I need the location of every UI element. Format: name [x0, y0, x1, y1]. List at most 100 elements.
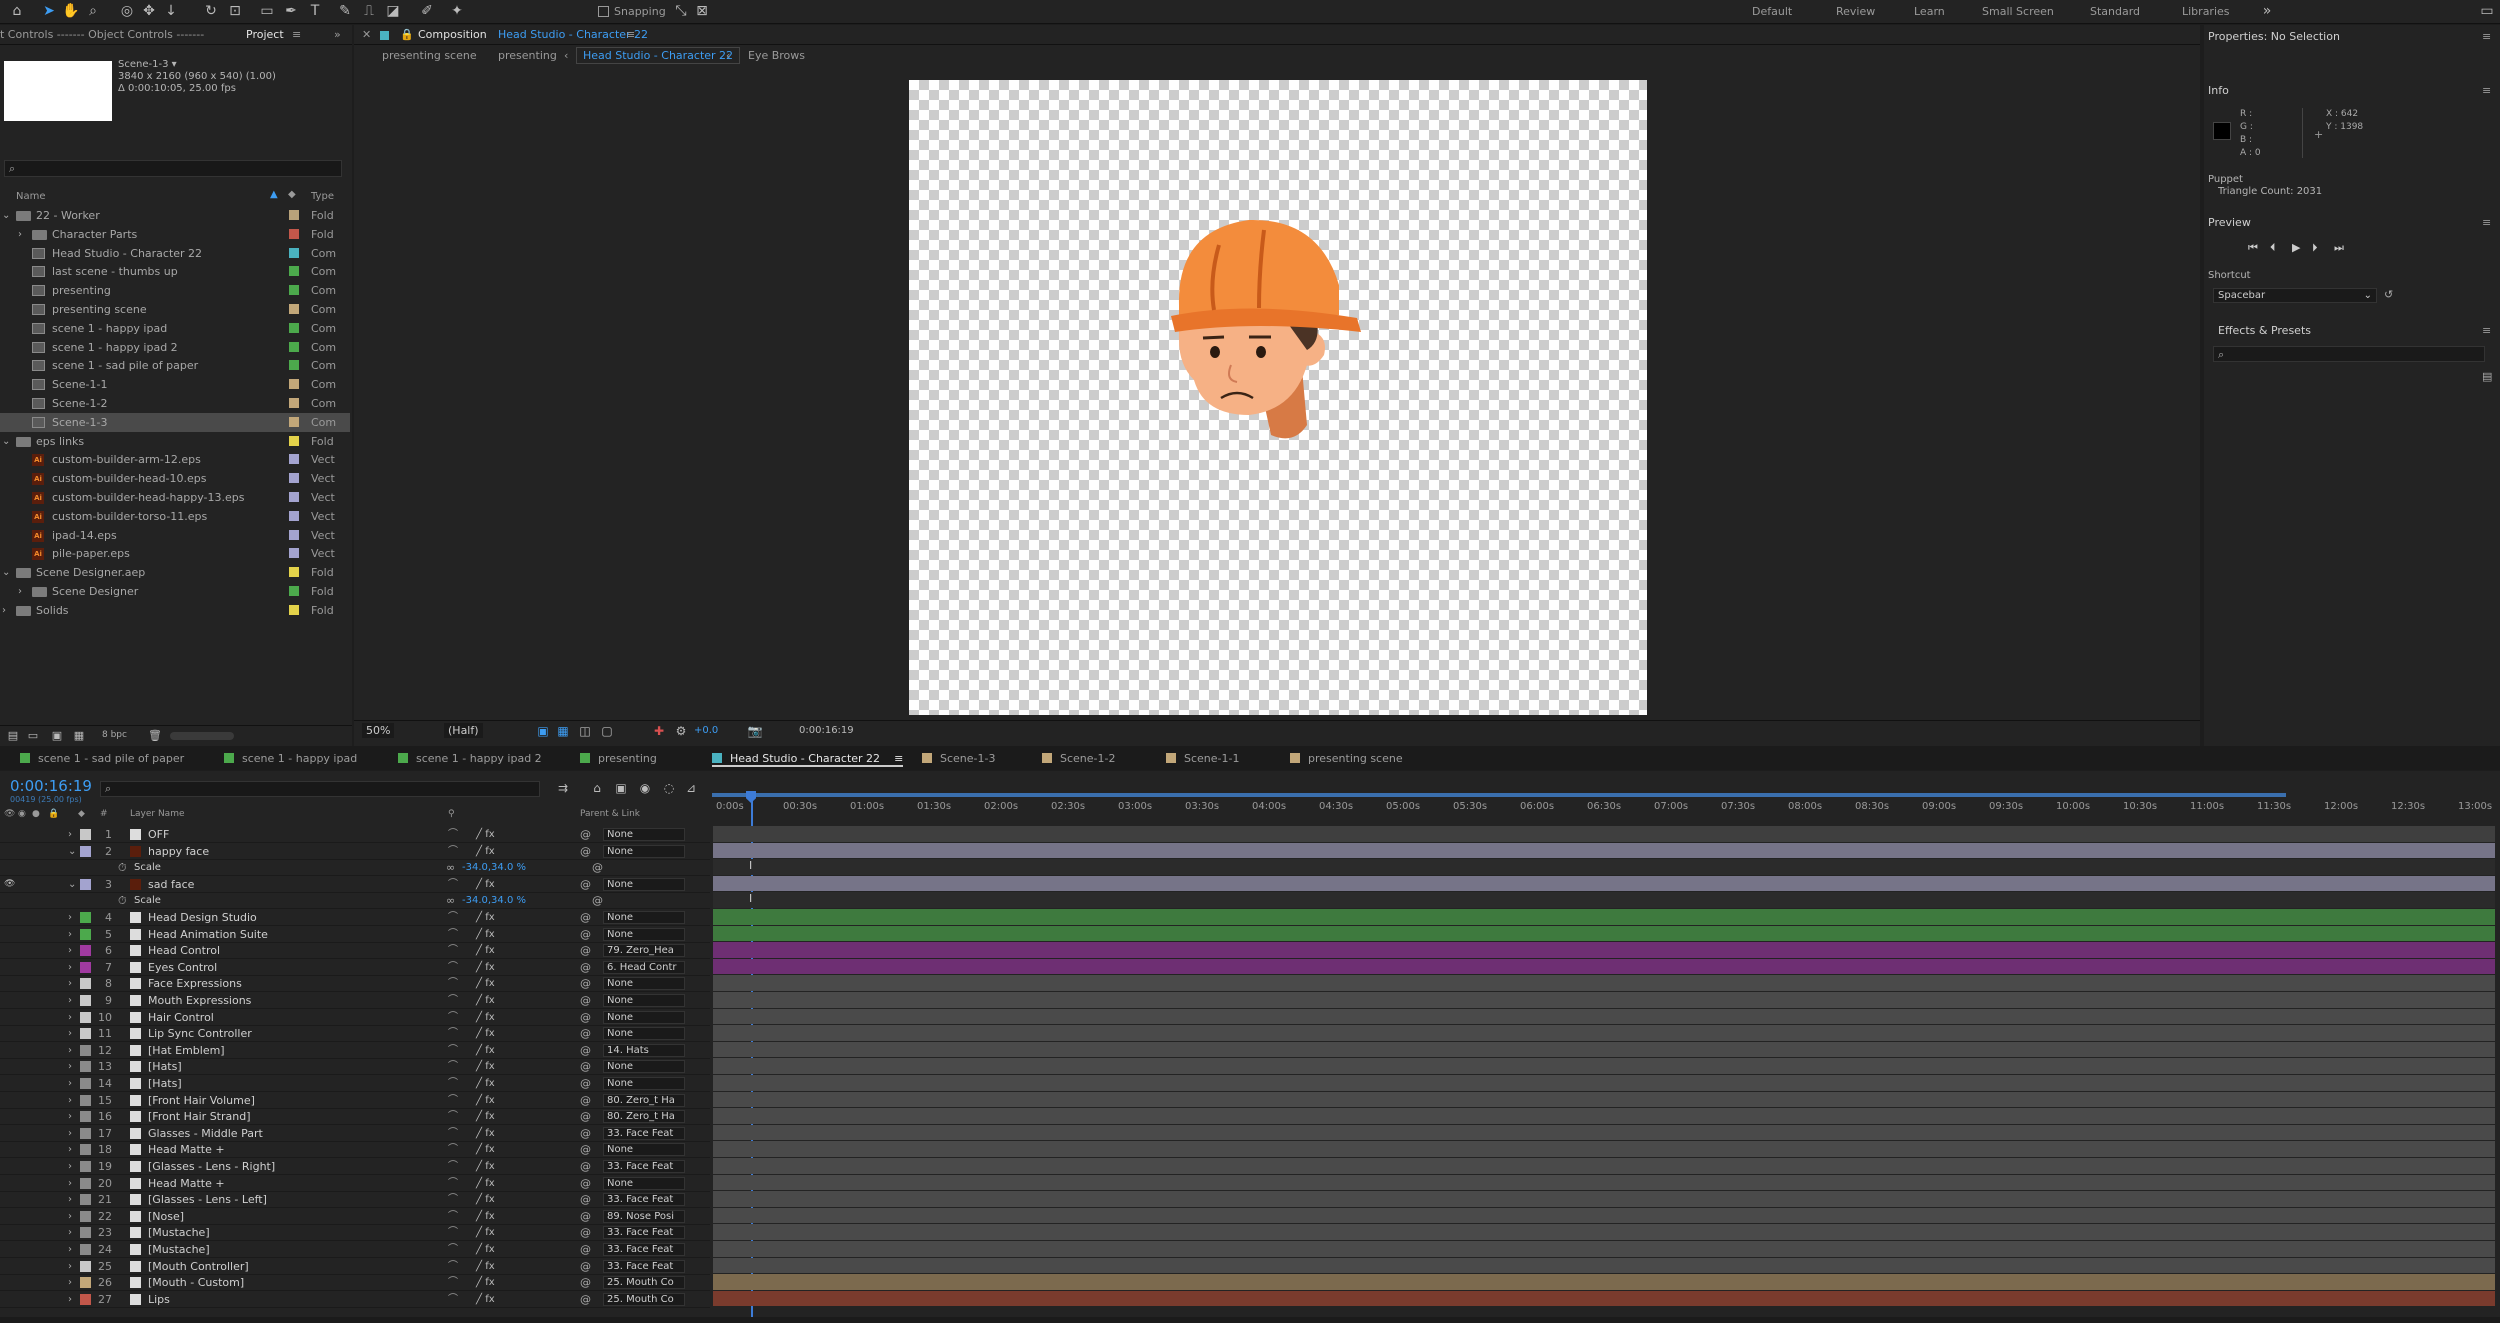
label-color-swatch[interactable]	[289, 398, 299, 408]
layer-name-header[interactable]: Layer Name	[130, 809, 185, 819]
fx-switch-icon[interactable]: ╱ fx	[476, 1125, 495, 1142]
layer-expand-icon[interactable]: ›	[68, 1025, 72, 1042]
workspace-libraries[interactable]: Libraries	[2182, 5, 2230, 18]
reset-icon[interactable]: ↺	[2384, 288, 2393, 301]
pick-whip-icon[interactable]: @	[580, 1075, 591, 1092]
layer-duration-bar[interactable]	[713, 1041, 2495, 1058]
stopwatch-icon[interactable]: ⏱	[118, 892, 127, 909]
label-color-swatch[interactable]	[289, 510, 299, 521]
parent-select[interactable]: 33. Face Feat	[603, 1243, 685, 1256]
viewer-timecode[interactable]: 0:00:16:19	[799, 725, 854, 736]
workspace-review[interactable]: Review	[1836, 5, 1875, 18]
layer-label-swatch[interactable]	[80, 928, 91, 940]
layer-name[interactable]: Lips	[148, 1291, 170, 1308]
shortcut-select[interactable]: Spacebar ⌄	[2213, 288, 2377, 303]
timeline-tab[interactable]: Scene-1-2	[1042, 752, 1115, 765]
layer-row[interactable]: › 21 [Glasses - Lens - Left] ⌒ ╱ fx @33. Face…	[0, 1191, 710, 1209]
project-item[interactable]: scene 1 - sad pile of paper Com	[0, 356, 350, 375]
project-item[interactable]: Head Studio - Character 22 Com	[0, 244, 350, 263]
pick-whip-icon[interactable]: @	[580, 1058, 591, 1075]
layer-row[interactable]: › 26 [Mouth - Custom] ⌒ ╱ fx @25. Mouth Co	[0, 1274, 710, 1292]
delete-icon[interactable]: 🗑	[146, 727, 164, 745]
pick-whip-icon[interactable]: @	[580, 1042, 591, 1059]
shy-icon[interactable]: ⌒	[448, 826, 458, 843]
pick-whip-icon[interactable]: @	[580, 1291, 591, 1308]
work-area-bar[interactable]	[712, 793, 2286, 797]
mask-visibility-icon[interactable]: ◫	[576, 722, 594, 740]
shy-icon[interactable]: ⌒	[448, 1175, 458, 1192]
layer-row[interactable]: › 22 [Nose] ⌒ ╱ fx @89. Nose Posi	[0, 1208, 710, 1225]
label-color-swatch[interactable]	[289, 322, 299, 333]
label-color-swatch[interactable]	[289, 210, 299, 220]
shy-icon[interactable]: ⌒	[448, 959, 458, 976]
pan-tool-icon[interactable]: ✥	[140, 2, 158, 20]
label-color-swatch[interactable]	[289, 341, 299, 352]
property-row[interactable]: ⏱ Scale ∞ -34.0,34.0 % @	[0, 859, 710, 877]
layer-label-swatch[interactable]	[80, 1277, 91, 1289]
layer-duration-bar[interactable]	[713, 1075, 2495, 1091]
layer-name[interactable]: [Hats]	[148, 1075, 182, 1092]
project-item[interactable]: Ai custom-builder-head-happy-13.eps Vect	[0, 488, 350, 507]
property-value[interactable]: -34.0,34.0 %	[462, 859, 526, 876]
fx-switch-icon[interactable]: ╱ fx	[476, 926, 495, 943]
rotate-tool-icon[interactable]: ↻	[202, 2, 220, 20]
timeline-tab[interactable]: scene 1 - happy ipad 2	[398, 752, 542, 765]
layer-expand-icon[interactable]: ›	[68, 1092, 72, 1109]
layer-name[interactable]: [Nose]	[148, 1208, 184, 1225]
layer-duration-bar[interactable]	[713, 1141, 2495, 1157]
pick-whip-icon[interactable]: @	[580, 1092, 591, 1109]
shy-icon[interactable]: ⌒	[448, 1025, 458, 1042]
layer-name[interactable]: [Front Hair Volume]	[148, 1092, 255, 1109]
layer-duration-bar[interactable]	[713, 909, 2495, 925]
pick-whip-icon[interactable]: @	[580, 1141, 591, 1158]
exposure-value[interactable]: +0.0	[694, 725, 718, 736]
label-color-swatch[interactable]	[289, 548, 299, 559]
shy-icon[interactable]: ⌒	[448, 1009, 458, 1026]
current-time[interactable]: 0:00:16:19	[10, 777, 92, 795]
project-item[interactable]: presenting scene Com	[0, 300, 350, 319]
layer-duration-bar[interactable]	[713, 1290, 2495, 1307]
layer-expand-icon[interactable]: ›	[68, 1009, 72, 1026]
keyframe-track[interactable]: I	[713, 892, 2495, 908]
layer-row[interactable]: › 11 Lip Sync Controller ⌒ ╱ fx @ None	[0, 1025, 710, 1043]
pick-whip-icon[interactable]: @	[580, 1025, 591, 1042]
fx-switch-icon[interactable]: ╱ fx	[476, 1108, 495, 1125]
layer-row[interactable]: › 5 Head Animation Suite ⌒ ╱ fx @ None	[0, 926, 710, 943]
fx-switch-icon[interactable]: ╱ fx	[476, 1274, 495, 1291]
project-item[interactable]: Ai custom-builder-head-10.eps Vect	[0, 469, 350, 488]
new-folder-icon[interactable]: ▭	[24, 727, 42, 745]
project-item[interactable]: ⌄ eps links Fold	[0, 432, 350, 451]
layer-name[interactable]: Hair Control	[148, 1009, 214, 1026]
project-search-input[interactable]: ⌕	[4, 160, 342, 177]
layer-expand-icon[interactable]: ›	[68, 942, 72, 959]
new-preset-icon[interactable]: ▤	[2482, 370, 2492, 383]
label-color-swatch[interactable]	[289, 586, 299, 596]
pick-whip-icon[interactable]: @	[580, 1108, 591, 1125]
parent-select[interactable]: None	[603, 977, 685, 991]
shy-icon[interactable]: ⌒	[448, 1224, 458, 1241]
shy-icon[interactable]: ⌒	[448, 1042, 458, 1059]
info-menu-icon[interactable]: ≡	[2482, 84, 2491, 97]
layer-duration-bar[interactable]	[713, 925, 2495, 942]
pick-whip-icon[interactable]: @	[580, 876, 591, 893]
layer-duration-bar[interactable]	[713, 1091, 2495, 1108]
layer-row[interactable]: › 27 Lips ⌒ ╱ fx @25. Mouth Co	[0, 1291, 710, 1308]
layer-row[interactable]: › 18 Head Matte + ⌒ ╱ fx @ None	[0, 1141, 710, 1159]
pick-whip-icon[interactable]: @	[580, 975, 591, 992]
layer-row[interactable]: › 4 Head Design Studio ⌒ ╱ fx @ None	[0, 909, 710, 926]
fx-switch-icon[interactable]: ╱ fx	[476, 1191, 495, 1208]
layer-name[interactable]: Head Matte +	[148, 1175, 225, 1192]
layer-name[interactable]: [Glasses - Lens - Left]	[148, 1191, 267, 1208]
parent-link-header[interactable]: Parent & Link	[580, 809, 640, 819]
layer-duration-bar[interactable]	[713, 1191, 2495, 1207]
pick-whip-icon[interactable]: @	[580, 1208, 591, 1225]
layer-row[interactable]: › 1 OFF ⌒ ╱ fx @ None	[0, 826, 710, 843]
snapshot-icon[interactable]: 📷	[746, 722, 764, 740]
layer-expand-icon[interactable]: ›	[68, 1274, 72, 1291]
project-item[interactable]: Scene-1-2 Com	[0, 394, 350, 413]
eraser-tool-icon[interactable]: ◪	[384, 2, 402, 20]
layer-row[interactable]: › 7 Eyes Control ⌒ ╱ fx @6. Head Contr	[0, 959, 710, 976]
pick-whip-icon[interactable]: @	[580, 959, 591, 976]
layer-label-swatch[interactable]	[80, 1293, 91, 1305]
workspace-more-icon[interactable]: »	[2258, 2, 2276, 20]
